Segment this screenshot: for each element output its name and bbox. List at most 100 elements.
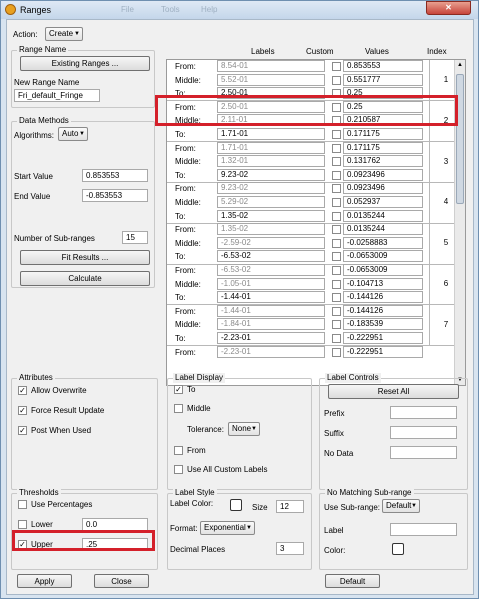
custom-checkbox[interactable] bbox=[332, 238, 341, 248]
table-row-from: From: 1.71-01 0.171175 bbox=[167, 141, 454, 156]
suffix-input[interactable] bbox=[390, 426, 457, 439]
custom-checkbox[interactable] bbox=[332, 143, 341, 153]
range-value-input[interactable]: 0.052937 bbox=[343, 196, 423, 208]
range-value-input[interactable]: -0.144126 bbox=[343, 291, 423, 304]
post-when-used-checkbox[interactable]: ✓ bbox=[18, 426, 27, 435]
display-from-checkbox[interactable] bbox=[174, 446, 183, 455]
range-label-input[interactable]: -6.53-02 bbox=[217, 250, 325, 263]
display-to-checkbox[interactable]: ✓ bbox=[174, 385, 183, 394]
display-middle-checkbox[interactable] bbox=[174, 404, 183, 413]
custom-checkbox[interactable] bbox=[332, 266, 341, 275]
range-label-input[interactable]: 1.35-02 bbox=[217, 209, 325, 222]
range-label-input[interactable]: 1.71-01 bbox=[217, 141, 325, 154]
range-value-input[interactable]: -0.222951 bbox=[343, 345, 423, 358]
range-label-input[interactable]: 1.32-01 bbox=[217, 155, 325, 168]
no-match-color-swatch[interactable] bbox=[392, 543, 404, 555]
end-value-input[interactable]: -0.853553 bbox=[82, 189, 148, 202]
use-subrange-dropdown[interactable]: Default ▼ bbox=[382, 499, 420, 513]
range-value-input[interactable]: -0.0653009 bbox=[343, 250, 423, 263]
range-value-input[interactable]: -0.0653009 bbox=[343, 264, 423, 276]
custom-checkbox[interactable] bbox=[332, 347, 341, 357]
no-match-label-input[interactable] bbox=[390, 523, 457, 536]
scroll-up-icon[interactable]: ▲ bbox=[455, 60, 465, 70]
use-percentages-checkbox[interactable] bbox=[18, 500, 27, 509]
custom-checkbox[interactable] bbox=[332, 252, 341, 262]
custom-checkbox[interactable] bbox=[332, 157, 341, 167]
range-value-input[interactable]: -0.183539 bbox=[343, 318, 423, 331]
custom-checkbox[interactable] bbox=[332, 170, 341, 180]
fit-results-button[interactable]: Fit Results ... bbox=[20, 250, 150, 265]
range-value-input[interactable]: 0.0135244 bbox=[343, 209, 423, 222]
no-data-input[interactable] bbox=[390, 446, 457, 459]
lower-checkbox[interactable] bbox=[18, 520, 27, 529]
custom-checkbox[interactable] bbox=[332, 130, 341, 139]
range-label-input[interactable]: -2.23-01 bbox=[217, 345, 325, 358]
close-dialog-button[interactable]: Close bbox=[94, 574, 149, 588]
range-label-input[interactable]: 9.23-02 bbox=[217, 182, 325, 195]
range-value-input[interactable]: -0.144126 bbox=[343, 304, 423, 317]
range-value-input[interactable]: 0.853553 bbox=[343, 60, 423, 72]
label-color-swatch[interactable] bbox=[230, 499, 242, 511]
scroll-thumb[interactable] bbox=[456, 74, 464, 204]
custom-checkbox[interactable] bbox=[332, 225, 341, 235]
algorithms-dropdown[interactable]: Auto ▼ bbox=[58, 127, 88, 141]
range-value-input[interactable]: 0.0135244 bbox=[343, 223, 423, 236]
custom-checkbox[interactable] bbox=[332, 279, 341, 289]
range-label-input[interactable]: 1.35-02 bbox=[217, 223, 325, 236]
range-label-input[interactable]: -6.53-02 bbox=[217, 264, 325, 276]
range-label-input[interactable]: 8.54-01 bbox=[217, 60, 325, 72]
custom-checkbox[interactable] bbox=[332, 293, 341, 303]
no-match-color-label: Color: bbox=[324, 546, 346, 555]
table-row-middle: Middle: 1.32-01 0.131762 bbox=[167, 155, 454, 169]
existing-ranges-button[interactable]: Existing Ranges ... bbox=[20, 56, 150, 71]
range-value-input[interactable]: 0.551777 bbox=[343, 73, 423, 86]
range-label-input[interactable]: 9.23-02 bbox=[217, 168, 325, 181]
action-dropdown[interactable]: Create ▼ bbox=[45, 27, 83, 41]
custom-checkbox[interactable] bbox=[332, 320, 341, 330]
custom-checkbox[interactable] bbox=[332, 211, 341, 221]
table-row-from: From: -6.53-02 -0.0653009 bbox=[167, 264, 454, 278]
range-value-input[interactable]: 0.131762 bbox=[343, 155, 423, 168]
range-label-input[interactable]: -1.84-01 bbox=[217, 318, 325, 331]
range-label-input[interactable]: -1.05-01 bbox=[217, 277, 325, 290]
chevron-down-icon: ▼ bbox=[411, 503, 417, 509]
custom-checkbox[interactable] bbox=[332, 184, 341, 194]
calculate-button[interactable]: Calculate bbox=[20, 271, 150, 286]
range-value-input[interactable]: 0.0923496 bbox=[343, 182, 423, 195]
prefix-input[interactable] bbox=[390, 406, 457, 419]
format-dropdown[interactable]: Exponential ▼ bbox=[200, 521, 255, 535]
use-all-custom-checkbox[interactable] bbox=[174, 465, 183, 474]
start-value-input[interactable]: 0.853553 bbox=[82, 169, 148, 182]
range-value-input[interactable]: -0.222951 bbox=[343, 332, 423, 344]
chevron-down-icon: ▼ bbox=[79, 131, 85, 137]
default-button[interactable]: Default bbox=[325, 574, 380, 588]
allow-overwrite-checkbox[interactable]: ✓ bbox=[18, 386, 27, 395]
range-label-input[interactable]: 1.71-01 bbox=[217, 128, 325, 140]
custom-checkbox[interactable] bbox=[332, 198, 341, 207]
new-range-name-input[interactable]: Fri_default_Fringe bbox=[14, 89, 100, 102]
tolerance-dropdown[interactable]: None ▼ bbox=[228, 422, 260, 436]
custom-checkbox[interactable] bbox=[332, 334, 341, 343]
range-value-input[interactable]: 0.171175 bbox=[343, 128, 423, 140]
force-update-checkbox[interactable]: ✓ bbox=[18, 406, 27, 415]
decimal-places-input[interactable]: 3 bbox=[276, 542, 304, 555]
range-value-input[interactable]: -0.104713 bbox=[343, 277, 423, 290]
reset-all-button[interactable]: Reset All bbox=[328, 384, 459, 399]
range-label-input[interactable]: -1.44-01 bbox=[217, 304, 325, 317]
close-button[interactable]: ✕ bbox=[426, 1, 471, 15]
range-label-input[interactable]: 5.52-01 bbox=[217, 73, 325, 86]
table-row-middle: Middle: 5.52-01 0.551777 bbox=[167, 73, 454, 88]
range-label-input[interactable]: -2.59-02 bbox=[217, 236, 325, 249]
size-input[interactable]: 12 bbox=[276, 500, 304, 513]
range-label-input[interactable]: -2.23-01 bbox=[217, 332, 325, 344]
custom-checkbox[interactable] bbox=[332, 306, 341, 316]
range-label-input[interactable]: -1.44-01 bbox=[217, 291, 325, 304]
range-label-input[interactable]: 5.29-02 bbox=[217, 196, 325, 208]
apply-button[interactable]: Apply bbox=[17, 574, 72, 588]
range-value-input[interactable]: -0.0258883 bbox=[343, 236, 423, 249]
range-value-input[interactable]: 0.171175 bbox=[343, 141, 423, 154]
custom-checkbox[interactable] bbox=[332, 75, 341, 85]
subranges-input[interactable]: 15 bbox=[122, 231, 148, 244]
custom-checkbox[interactable] bbox=[332, 62, 341, 71]
range-value-input[interactable]: 0.0923496 bbox=[343, 168, 423, 181]
